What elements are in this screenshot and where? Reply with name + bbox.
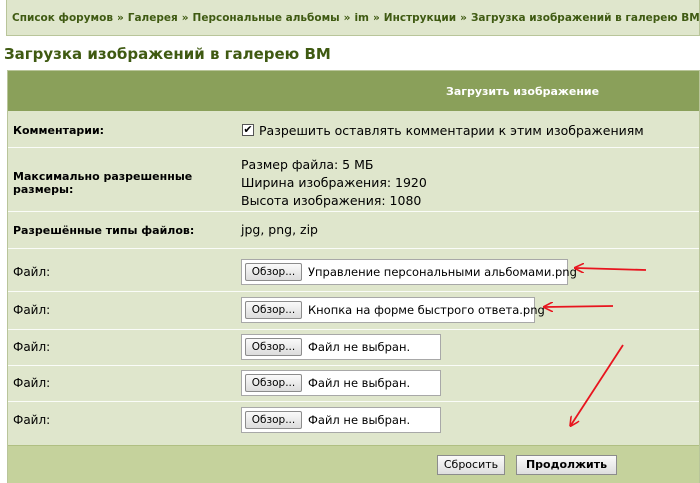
browse-button-4[interactable]: Обзор...: [245, 374, 302, 392]
breadcrumb-separator: »: [460, 12, 467, 24]
upload-form: Загрузить изображение Комментарии: ✔ Раз…: [7, 70, 700, 483]
file-input-2[interactable]: Обзор... Кнопка на форме быстрого ответа…: [241, 297, 545, 323]
file-label-2: Файл:: [13, 303, 51, 317]
max-file-size: Размер файла: 5 МБ: [241, 157, 374, 172]
breadcrumb-user-album[interactable]: im: [354, 12, 369, 24]
file-input-3[interactable]: Обзор... Файл не выбран.: [241, 334, 441, 360]
breadcrumb: Список форумов» Галерея» Персональные альб…: [6, 0, 700, 36]
continue-button[interactable]: Продолжить: [516, 455, 617, 475]
file-input-5[interactable]: Обзор... Файл не выбран.: [241, 407, 441, 433]
row-divider: [8, 248, 699, 249]
breadcrumb-separator: »: [116, 12, 124, 24]
allow-comments-checkbox[interactable]: ✔: [242, 124, 254, 136]
upload-form-header-title: Загрузить изображение: [446, 85, 600, 98]
file-label-1: Файл:: [13, 265, 51, 279]
file-input-1[interactable]: Обзор... Управление персональными альбом…: [241, 259, 577, 285]
row-divider: [8, 401, 699, 402]
breadcrumb-separator: »: [343, 12, 351, 24]
max-sizes-label: Максимально разрешенные размеры:: [13, 170, 193, 196]
breadcrumb-instructions[interactable]: Инструкции: [384, 12, 456, 24]
file-name-3: Файл не выбран.: [308, 340, 411, 354]
allow-comments-label[interactable]: Разрешить оставлять комментарии к этим и…: [259, 123, 644, 138]
breadcrumb-current-page[interactable]: Загрузка изображений в галерею ВМ: [471, 12, 699, 24]
breadcrumb-separator: »: [373, 12, 380, 24]
row-divider: [8, 211, 699, 212]
breadcrumb-separator: »: [181, 12, 189, 24]
browse-button-3[interactable]: Обзор...: [245, 338, 302, 356]
browse-button-2[interactable]: Обзор...: [245, 301, 302, 319]
row-divider: [8, 291, 699, 292]
file-label-3: Файл:: [13, 340, 51, 354]
file-name-4: Файл не выбран.: [308, 376, 411, 390]
breadcrumb-forum-list[interactable]: Список форумов: [12, 12, 113, 24]
file-label-4: Файл:: [13, 376, 51, 390]
file-input-4[interactable]: Обзор... Файл не выбран.: [241, 370, 441, 396]
max-image-height: Высота изображения: 1080: [241, 193, 422, 208]
upload-form-header: Загрузить изображение: [8, 71, 699, 111]
row-divider: [8, 329, 699, 330]
form-actions-bar: Сбросить Продолжить: [8, 445, 699, 483]
comments-label: Комментарии:: [13, 124, 105, 137]
allowed-types-value: jpg, png, zip: [241, 222, 318, 237]
browse-button-5[interactable]: Обзор...: [245, 411, 302, 429]
row-divider: [8, 147, 699, 148]
file-name-1: Управление персональными альбомами.png: [308, 265, 577, 279]
page-title: Загрузка изображений в галерею ВМ: [4, 45, 331, 63]
breadcrumb-personal-albums[interactable]: Персональные альбомы: [193, 12, 340, 24]
reset-button[interactable]: Сбросить: [437, 455, 505, 475]
file-name-5: Файл не выбран.: [308, 413, 411, 427]
breadcrumb-gallery[interactable]: Галерея: [128, 12, 178, 24]
browse-button-1[interactable]: Обзор...: [245, 263, 302, 281]
file-label-5: Файл:: [13, 413, 51, 427]
row-divider: [8, 365, 699, 366]
allowed-types-label: Разрешённые типы файлов:: [13, 224, 195, 237]
file-name-2: Кнопка на форме быстрого ответа.png: [308, 303, 545, 317]
max-image-width: Ширина изображения: 1920: [241, 175, 427, 190]
